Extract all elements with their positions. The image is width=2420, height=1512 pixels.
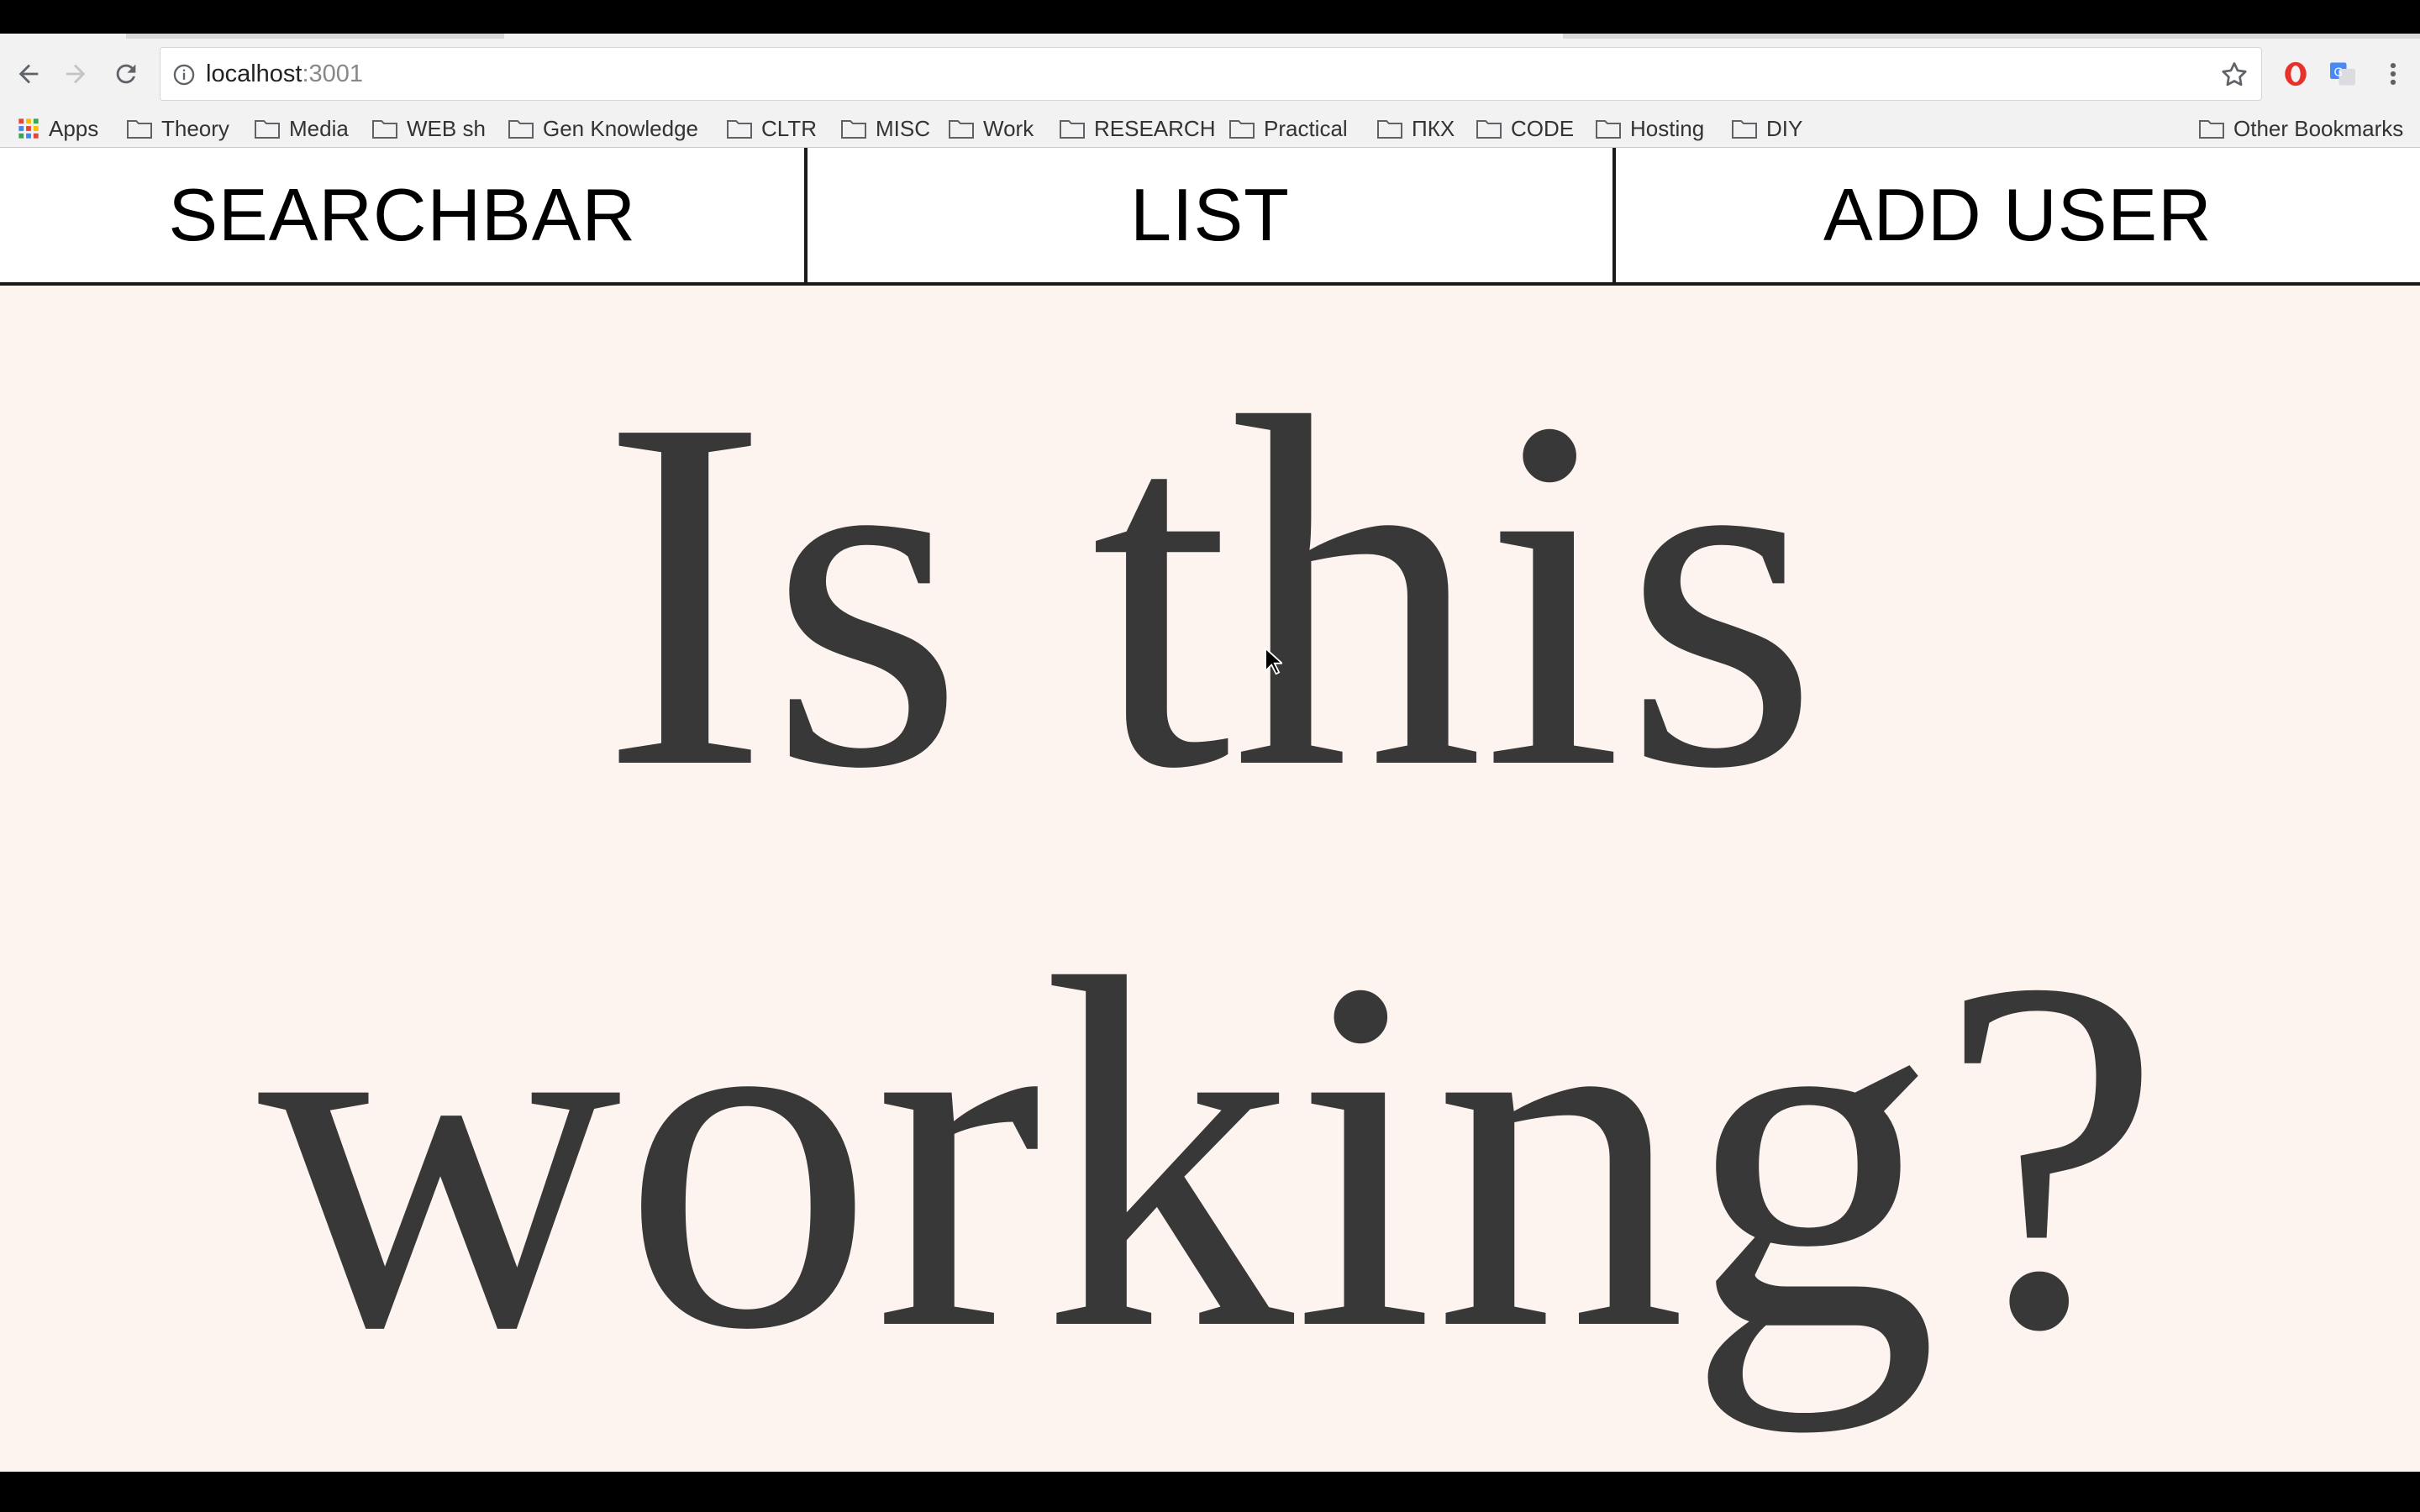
apps-grid-icon xyxy=(18,118,39,139)
bookmark-apps[interactable]: Apps xyxy=(17,109,98,148)
bookmark-folder[interactable]: DIY xyxy=(1731,109,1802,148)
url-host: localhost xyxy=(206,60,302,87)
translate-extension-button[interactable]: G xyxy=(2324,55,2361,92)
bookmark-folder-label: Theory xyxy=(161,115,229,141)
bookmark-folder[interactable]: CODE xyxy=(1476,109,1574,148)
top-bezel xyxy=(0,0,2420,37)
nav-add-user[interactable]: ADD USER xyxy=(1612,148,2420,282)
bookmark-folder-label: WEB sh xyxy=(407,115,486,141)
bookmark-folder[interactable]: Theory xyxy=(126,109,229,148)
bookmark-apps-label: Apps xyxy=(49,115,99,141)
address-bar[interactable]: localhost:3001 xyxy=(160,47,2262,101)
folder-icon xyxy=(2199,120,2224,139)
folder-icon xyxy=(508,120,534,139)
mouse-cursor-icon xyxy=(1265,647,1282,675)
reload-button[interactable] xyxy=(106,54,146,94)
folder-icon xyxy=(1377,120,1402,139)
bookmark-folder[interactable]: MISC xyxy=(840,109,930,148)
arrow-left-icon xyxy=(18,64,39,84)
browser-menu-button[interactable] xyxy=(2378,55,2408,92)
bookmark-folder-label: CODE xyxy=(1511,115,1575,141)
bottom-bezel xyxy=(0,1472,2420,1512)
star-icon[interactable] xyxy=(2219,60,2249,90)
screen: localhost:3001 G Apps Theory Media WEB sh G… xyxy=(0,0,2420,1512)
bookmark-folder-label: RESEARCH xyxy=(1094,115,1216,141)
url-port: :3001 xyxy=(302,60,364,87)
back-button[interactable] xyxy=(8,54,49,94)
bookmark-folder-label: MISC xyxy=(876,115,930,141)
folder-icon xyxy=(372,120,397,139)
page-headline: Is this working? xyxy=(257,313,2163,1433)
bookmark-folder[interactable]: CLTR xyxy=(726,109,817,148)
arrow-right-icon xyxy=(66,64,86,84)
bookmark-folder[interactable]: Work xyxy=(948,109,1034,148)
bookmark-folder[interactable]: WEB sh xyxy=(371,109,486,148)
url-text[interactable]: localhost:3001 xyxy=(206,48,363,100)
opera-extension-button[interactable] xyxy=(2277,55,2314,92)
folder-icon xyxy=(841,120,866,139)
bookmark-folder-label: DIY xyxy=(1766,115,1803,141)
forward-button[interactable] xyxy=(55,54,96,94)
folder-icon xyxy=(127,120,152,139)
bookmark-folder[interactable]: Gen Knowledge xyxy=(508,109,698,148)
nav-searchbar[interactable]: SEARCHBAR xyxy=(0,148,804,282)
bookmark-folder[interactable]: Practical xyxy=(1228,109,1348,148)
reload-icon xyxy=(116,64,136,84)
svg-text:G: G xyxy=(2334,66,2343,79)
bookmark-folder-label: Practical xyxy=(1264,115,1348,141)
bookmark-folder-label: Gen Knowledge xyxy=(543,115,699,141)
bookmark-folder-label: Hosting xyxy=(1630,115,1705,141)
app-nav: SEARCHBAR LIST ADD USER xyxy=(0,148,2420,286)
bookmark-folder-label: ПКХ xyxy=(1412,115,1455,141)
main-content: Is this working? xyxy=(0,286,2420,1472)
translate-icon: G xyxy=(2330,62,2355,86)
bookmark-other[interactable]: Other Bookmarks xyxy=(2198,109,2403,148)
folder-icon xyxy=(255,120,280,139)
browser-toolbar: localhost:3001 G xyxy=(0,39,2420,109)
opera-icon xyxy=(2285,61,2307,87)
folder-icon xyxy=(1229,120,1255,139)
info-icon[interactable] xyxy=(172,63,196,87)
bookmark-other-label: Other Bookmarks xyxy=(2233,115,2404,141)
folder-icon xyxy=(949,120,974,139)
bookmark-folder[interactable]: ПКХ xyxy=(1376,109,1455,148)
nav-list[interactable]: LIST xyxy=(804,148,1612,282)
folder-icon xyxy=(727,120,752,139)
bookmark-folder-label: Work xyxy=(983,115,1034,141)
folder-icon xyxy=(1596,120,1621,139)
bookmarks-bar: Apps Theory Media WEB sh Gen Knowledge CLTR M… xyxy=(0,109,2420,148)
folder-icon xyxy=(1732,120,1757,139)
bookmark-folder[interactable]: RESEARCH xyxy=(1059,109,1215,148)
folder-icon xyxy=(1476,120,1502,139)
bookmark-folder-label: CLTR xyxy=(761,115,817,141)
folder-icon xyxy=(1060,120,1085,139)
bookmark-folder[interactable]: Hosting xyxy=(1595,109,1704,148)
bookmark-folder-label: Media xyxy=(289,115,349,141)
bookmark-folder[interactable]: Media xyxy=(254,109,349,148)
menu-dots-icon xyxy=(2390,62,2396,86)
